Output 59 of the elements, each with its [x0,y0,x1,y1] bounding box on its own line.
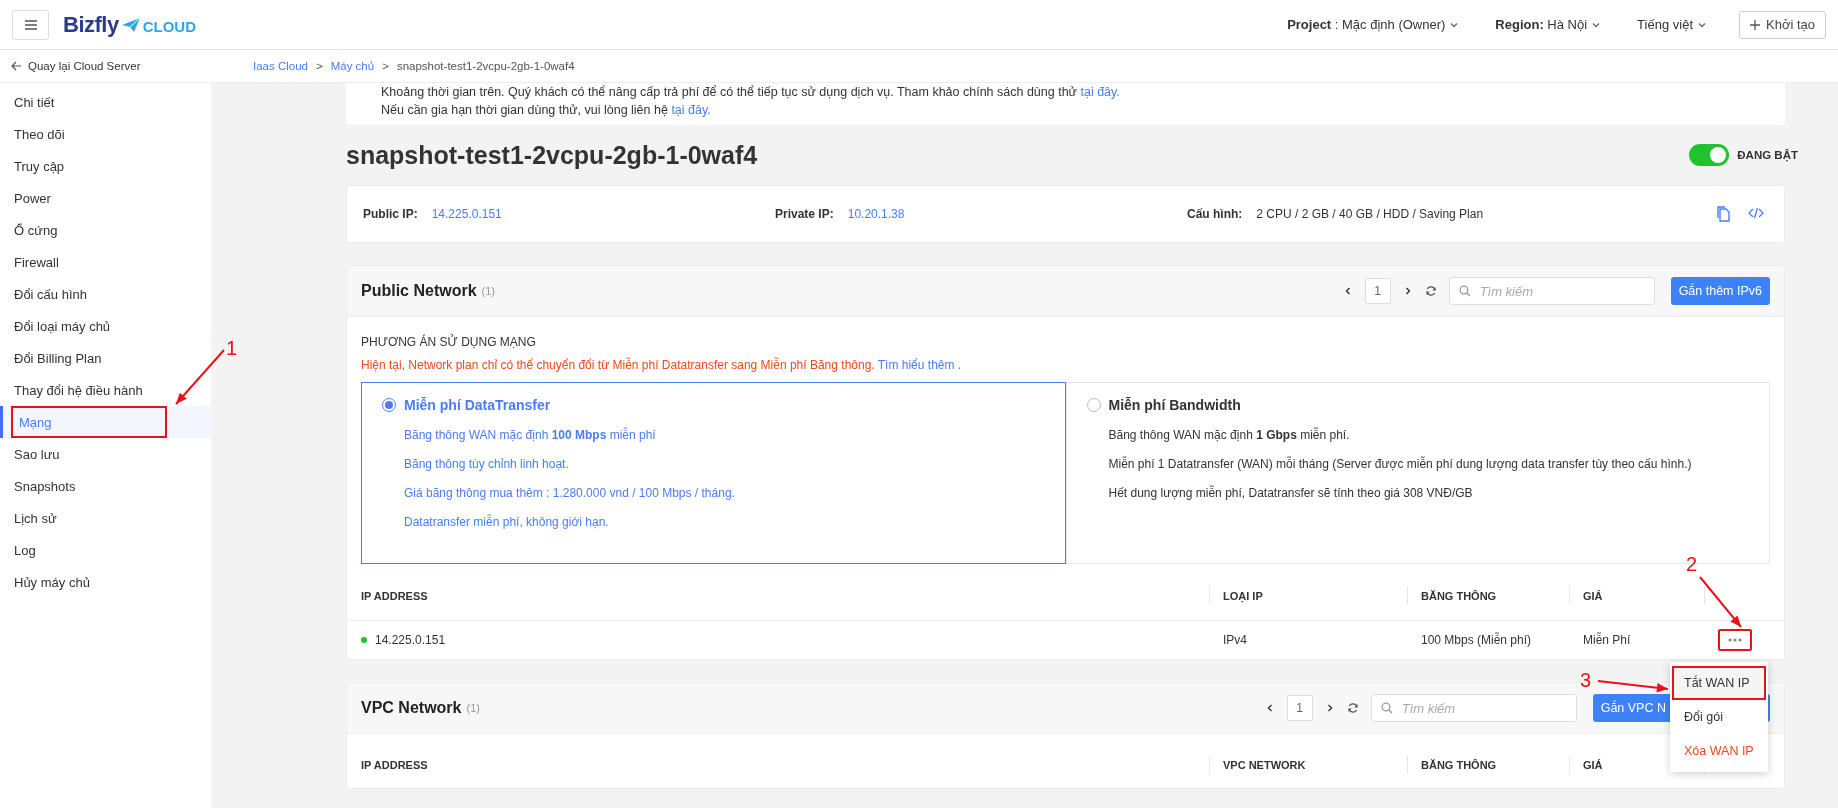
logo-text: Bizfly [63,11,119,38]
table-cell: 14.225.0.151 [375,633,446,647]
item-count: (1) [481,285,496,297]
column-header: VPC NETWORK [1209,734,1407,788]
breadcrumb-separator: > [382,60,389,72]
sidebar-item-label: Đổi Billing Plan [14,350,102,366]
breadcrumb-current: snapshot-test1-2vcpu-2gb-1-0waf4 [396,60,575,72]
breadcrumb-separator: > [316,60,323,72]
sidebar-item-label: Ổ cứng [14,222,58,238]
sidebar-item-label: Theo dõi [14,126,65,142]
server-name: snapshot-test1-2vcpu-2gb-1-0waf4 [346,140,758,170]
sidebar-item-label: Đổi loại máy chủ [14,318,111,334]
sidebar-item-label: Log [14,542,36,558]
column-header: IP ADDRESS [347,564,1209,621]
card-title: VPC Network [361,699,462,717]
column-header: BĂNG THÔNG [1407,564,1569,621]
column-header: BĂNG THÔNG [1407,734,1569,788]
annotation-number: 2 [1686,554,1698,574]
plan-description: Băng thông WAN mặc định 100 Mbps miễn phí [404,426,657,444]
sidebar-item-label: Chi tiết [14,94,55,110]
sidebar-item-label: Firewall [14,254,59,270]
plan-description: Hết dung lượng miễn phí, Datatransfer sẽ tính theo giá 308 VNĐ/GB [1108,484,1474,502]
column-header: LOẠI IP [1209,564,1407,621]
table-cell: Miễn Phí [1583,633,1631,647]
sidebar-item-label: Power [14,190,51,206]
info-label: Public IP: [363,207,418,221]
notice-text: Khoảng thời gian trên. Quý khách có thể nâng cấp trả phí để có thể tiếp tục sử dụng dịch vụ. Tham khảo chính sách dùng thử tại đây. [381,84,1121,101]
plan-description: Miễn phí 1 Datatransfer (WAN) mỗi tháng (Server được miễn phí dung lượng data transfer tùy theo cấu hình.) [1108,455,1693,473]
table-cell: 100 Mbps (Miễn phí) [1421,633,1532,647]
sidebar-item-label: Lịch sử [14,510,57,526]
plan-title: Miễn phí Bandwidth [1108,397,1241,413]
sidebar-item-label: Đổi cấu hình [14,286,87,302]
sidebar-item-label: Truy cập [14,158,65,174]
annotation-number: 1 [226,338,238,358]
sidebar-item-label: Thay đổi hệ điều hành [14,382,143,398]
notice-text: Nếu cần gia hạn thời gian dùng thử, vui lòng liên hệ tại đây. [381,102,712,119]
item-count: (1) [466,702,480,714]
plan-note: Hiện tại, Network plan chỉ có thể chuyển đổi từ Miễn phí Datatransfer sang Miễn phí Băng thông. Tìm hiểu thêm . [361,358,963,372]
sidebar-item-label: Sao lưu [14,446,60,462]
plan-description: Datatransfer miễn phí, không giới hạn. [404,513,610,531]
info-label: Private IP: [775,207,834,221]
language-text: Tiếng việt [1637,17,1693,32]
table-cell: IPv4 [1223,633,1247,647]
back-link-text: Quay lại Cloud Server [28,60,141,72]
logo-subtext: CLOUD [142,17,196,35]
sidebar-item-label: Mạng [13,408,165,436]
plan-description: Băng thông WAN mặc định 1 Gbps miễn phí. [1108,426,1351,444]
info-value: 2 CPU / 2 GB / 40 GB / HDD / Saving Plan [1256,207,1484,221]
info-label: Cấu hình: [1187,207,1243,221]
annotation-number: 3 [1580,670,1592,690]
power-status: ĐANG BẬT [1737,149,1798,161]
column-header: IP ADDRESS [347,734,1209,788]
card-title: Public Network [361,282,477,300]
plan-title: Miễn phí DataTransfer [404,397,551,413]
section-heading: PHƯƠNG ÁN SỬ DỤNG MẠNG [361,335,537,349]
plan-description: Giá băng thông mua thêm : 1.280.000 vnd / 100 Mbps / tháng. [404,485,736,502]
plan-description: Băng thông tùy chỉnh linh hoạt. [404,456,570,473]
sidebar-item-label: Snapshots [14,478,76,494]
sidebar-item-label: Hủy máy chủ [14,574,90,590]
